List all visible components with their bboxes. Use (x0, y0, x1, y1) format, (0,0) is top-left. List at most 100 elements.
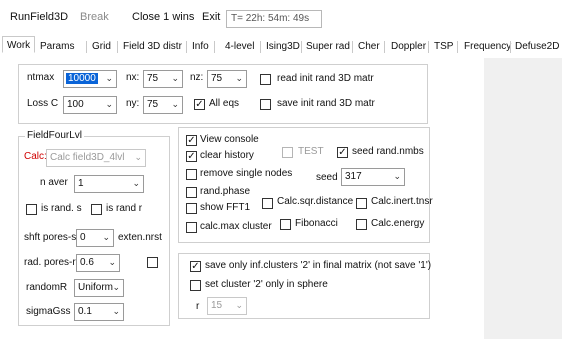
ntmax-label: ntmax (27, 72, 55, 83)
rand-phase-label: rand.phase (200, 186, 251, 197)
tab-bar: Work Params Grid Field 3D distr Info 4-l… (0, 36, 562, 59)
save-init-label: save init rand 3D matr (277, 98, 375, 109)
remove-single-label: remove single nodes (200, 168, 293, 179)
read-init-checkbox[interactable] (260, 74, 271, 85)
random-r-select[interactable]: Uniform ⌄ (74, 279, 124, 297)
field-four-lvl-legend: FieldFourLvl (25, 130, 85, 141)
exten-nrst-checkbox[interactable] (147, 257, 158, 268)
rad-pores-label: rad. pores-r (24, 257, 76, 268)
tab-tsp[interactable]: TSP (434, 39, 453, 54)
test-label: TEST (298, 146, 324, 157)
sigma-gss-label: sigmaGss (26, 306, 71, 317)
view-console-checkbox[interactable]: ✓ (186, 135, 197, 146)
random-r-label: randomR (26, 282, 68, 293)
view-console-label: View console (200, 134, 259, 145)
chevron-down-icon: ⌄ (108, 257, 116, 267)
all-eqs-checkbox[interactable]: ✓ (194, 99, 205, 110)
save-only-inf-checkbox[interactable]: ✓ (190, 261, 201, 272)
is-rand-s-checkbox[interactable] (26, 204, 37, 215)
calc-label: Calc: (24, 151, 47, 162)
seed-rand-checkbox[interactable]: ✓ (337, 147, 348, 158)
set-cluster-sphere-checkbox[interactable] (190, 280, 201, 291)
set-cluster-sphere-label: set cluster '2' only in sphere (205, 279, 328, 290)
toolbar: RunField3D Break Close 1 wins Exit T= 22… (0, 0, 562, 36)
lossc-label: Loss C (27, 98, 59, 109)
calc-energy-checkbox[interactable] (356, 219, 367, 230)
chevron-down-icon: ⌄ (393, 171, 401, 181)
nz-select[interactable]: 75 ⌄ (207, 70, 247, 88)
chevron-down-icon: ⌄ (105, 73, 113, 83)
remove-single-checkbox[interactable] (186, 169, 197, 180)
tab-field-3d-distr[interactable]: Field 3D distr (123, 39, 182, 54)
tab-grid[interactable]: Grid (92, 39, 111, 54)
sigma-gss-select[interactable]: 0.1 ⌄ (74, 303, 124, 321)
ny-select[interactable]: 75 ⌄ (143, 96, 183, 114)
is-rand-r-checkbox[interactable] (91, 204, 102, 215)
r-label: r (196, 301, 200, 312)
rand-phase-checkbox[interactable] (186, 187, 197, 198)
save-init-checkbox[interactable] (260, 99, 271, 110)
r-select[interactable]: 15 ⌄ (207, 297, 247, 315)
calc-sqr-distance-checkbox[interactable] (262, 198, 273, 209)
chevron-down-icon: ⌄ (105, 99, 113, 109)
ny-label: ny: (126, 98, 140, 109)
chevron-down-icon: ⌄ (102, 232, 110, 242)
chevron-down-icon: ⌄ (235, 73, 243, 83)
calc-select[interactable]: Calc field3D_4lvl ⌄ (46, 149, 146, 167)
chevron-down-icon: ⌄ (235, 300, 243, 310)
tab-super-rad[interactable]: Super rad (306, 39, 350, 54)
rad-pores-select[interactable]: 0.6 ⌄ (76, 254, 120, 272)
chevron-down-icon: ⌄ (171, 99, 179, 109)
calc-max-cluster-checkbox[interactable] (186, 222, 197, 233)
chevron-down-icon: ⌄ (112, 282, 120, 292)
show-fft-label: show FFT1 (200, 202, 251, 213)
shft-pores-select[interactable]: 0 ⌄ (76, 229, 114, 247)
break-button[interactable]: Break (80, 11, 109, 23)
seed-rand-label: seed rand.nmbs (352, 146, 424, 157)
tab-doppler[interactable]: Doppler (391, 39, 426, 54)
test-checkbox[interactable] (282, 147, 293, 158)
chevron-down-icon: ⌄ (132, 178, 140, 188)
right-empty-area (484, 58, 562, 339)
calc-sqr-distance-label: Calc.sqr.distance (277, 196, 354, 207)
tab-cher[interactable]: Cher (358, 39, 380, 54)
run-field3d-button[interactable]: RunField3D (10, 11, 68, 23)
tab-4-level[interactable]: 4-level (225, 39, 254, 54)
shft-pores-label: shft pores-s (24, 232, 77, 243)
exten-nrst-label: exten.nrst (118, 232, 162, 243)
fibonacci-checkbox[interactable] (280, 219, 291, 230)
all-eqs-label: All eqs (209, 98, 240, 109)
calc-max-cluster-label: calc.max cluster (200, 221, 272, 232)
clear-history-label: clear history (200, 150, 254, 161)
tab-ising3d[interactable]: Ising3D (266, 39, 300, 54)
calc-inert-label: Calc.inert.tnsr (371, 196, 433, 207)
tab-work[interactable]: Work (2, 36, 36, 53)
nx-select[interactable]: 75 ⌄ (143, 70, 183, 88)
close-wins-button[interactable]: Close 1 wins (132, 11, 194, 23)
read-init-label: read init rand 3D matr (277, 73, 374, 84)
fibonacci-label: Fibonacci (295, 218, 338, 229)
grid-settings-panel: ntmax 10000 ⌄ Loss C 100 ⌄ nx: 75 ⌄ nz: 75 ⌄… (18, 64, 428, 124)
seed-select[interactable]: 317 ⌄ (341, 168, 405, 186)
is-rand-s-label: is rand. s (41, 203, 82, 214)
tab-frequency[interactable]: Frequency (464, 39, 511, 54)
nx-label: nx: (126, 72, 140, 83)
n-aver-select[interactable]: 1 ⌄ (74, 175, 144, 193)
save-only-inf-label: save only inf.clusters '2' in final matr… (205, 260, 432, 271)
n-aver-label: n aver (40, 177, 68, 188)
show-fft-checkbox[interactable] (186, 203, 197, 214)
chevron-down-icon: ⌄ (171, 73, 179, 83)
tab-defuse2d[interactable]: Defuse2D (515, 39, 559, 54)
clear-history-checkbox[interactable]: ✓ (186, 151, 197, 162)
tab-params[interactable]: Params (40, 39, 74, 54)
calc-energy-label: Calc.energy (371, 218, 425, 229)
nz-label: nz: (190, 72, 204, 83)
calc-inert-checkbox[interactable] (356, 198, 367, 209)
chevron-down-icon: ⌄ (134, 152, 142, 162)
tab-info[interactable]: Info (192, 39, 209, 54)
lossc-select[interactable]: 100 ⌄ (63, 96, 117, 114)
exit-button[interactable]: Exit (202, 11, 220, 23)
timer-display: T= 22h: 54m: 49s (226, 10, 322, 28)
ntmax-select[interactable]: 10000 ⌄ (63, 70, 117, 88)
is-rand-r-label: is rand r (106, 203, 143, 214)
